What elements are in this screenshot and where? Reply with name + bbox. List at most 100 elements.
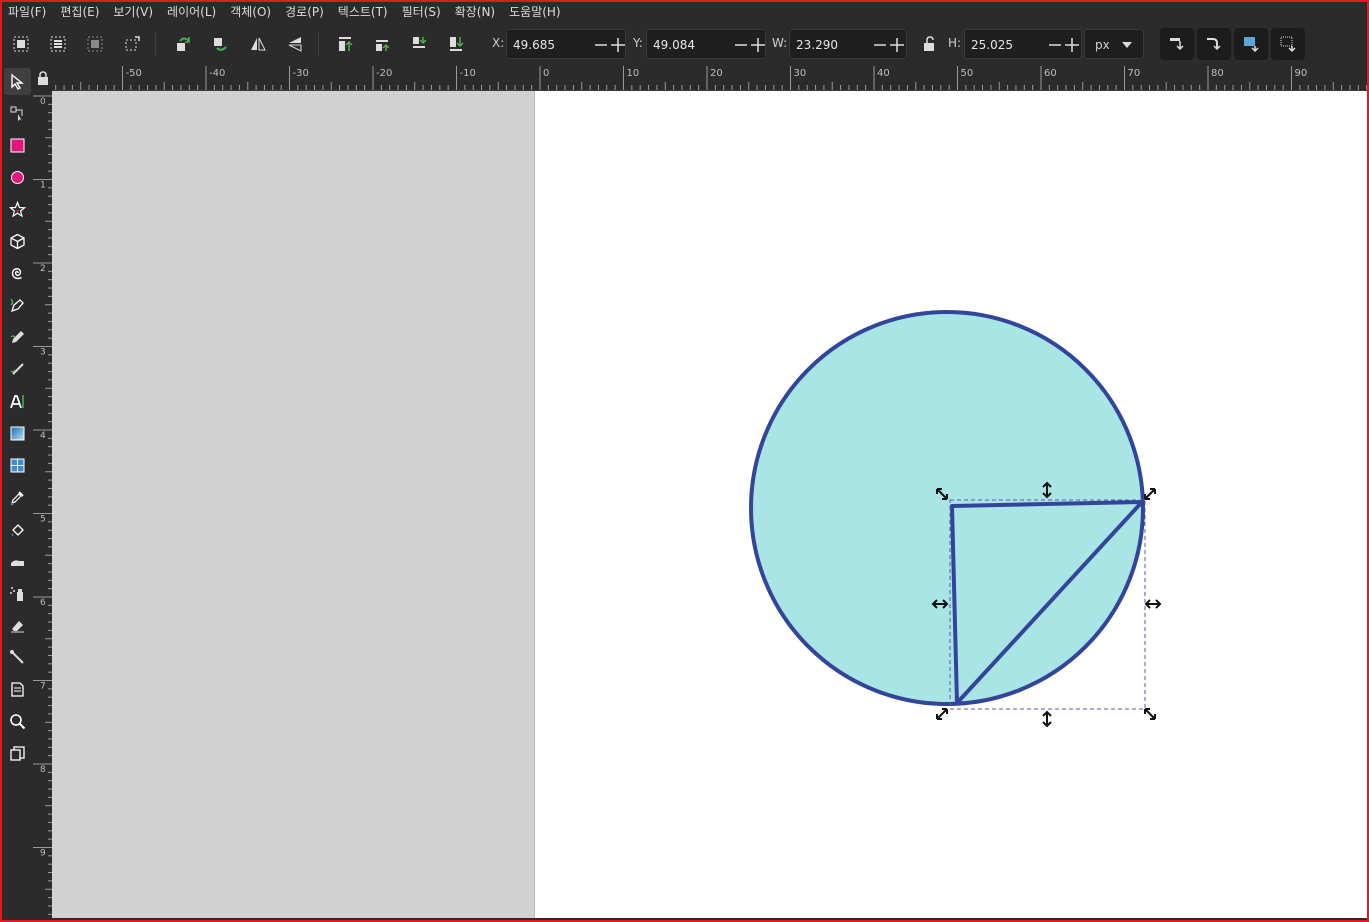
magnifier-icon [10, 714, 26, 730]
transform-patterns-button[interactable] [1271, 28, 1305, 60]
deselect-button[interactable] [81, 30, 109, 58]
ruler-label: 60 [1044, 68, 1057, 79]
menu-edit[interactable]: 편집(E) [54, 2, 107, 22]
cube-icon [10, 233, 25, 250]
menu-path[interactable]: 경로(P) [279, 2, 332, 22]
rotate-ccw-button[interactable] [169, 30, 197, 58]
lock-icon [37, 71, 48, 85]
lower-icon [413, 37, 427, 48]
flip-horizontal-button[interactable] [244, 30, 272, 58]
w-stepper-icon[interactable] [872, 37, 906, 53]
star-tool[interactable] [4, 196, 31, 223]
scale-stroke-button[interactable] [1160, 28, 1194, 60]
ruler-label: 8 [40, 765, 46, 775]
text-a-icon [10, 395, 24, 409]
selector-tool[interactable] [4, 68, 31, 95]
scale-handle-bottom-right[interactable] [1144, 708, 1156, 720]
transform-handles-button[interactable] [118, 30, 146, 58]
calligraphy-tool[interactable] [4, 356, 31, 383]
ruler-label: 2 [40, 264, 46, 274]
rotate-cw-button[interactable] [206, 30, 234, 58]
menu-filters[interactable]: 필터(S) [396, 2, 449, 22]
ruler-label: 5 [40, 515, 46, 525]
y-input[interactable] [653, 36, 723, 54]
eraser-tool[interactable] [4, 612, 31, 639]
menu-extensions[interactable]: 확장(N) [449, 2, 503, 22]
unit-select[interactable]: px [1084, 29, 1144, 59]
x-input[interactable] [513, 36, 583, 54]
x-label: X: [492, 36, 505, 50]
spray-tool[interactable] [4, 580, 31, 607]
ruler-label: 6 [40, 598, 46, 608]
ruler-label: 9 [40, 849, 46, 859]
tweak-hand-icon [11, 560, 24, 566]
toolbar-separator [318, 32, 319, 56]
y-stepper-icon[interactable] [733, 37, 767, 53]
select-all-button[interactable] [7, 30, 35, 58]
rectangle-tool[interactable] [4, 132, 31, 159]
flip-vertical-button[interactable] [281, 30, 309, 58]
select-all-layers-button[interactable] [44, 30, 72, 58]
spiral-tool[interactable] [4, 260, 31, 287]
x-field[interactable] [506, 29, 626, 59]
scale-handle-bottom-left[interactable] [936, 708, 948, 720]
h-input[interactable] [971, 36, 1041, 54]
paint-bucket-tool[interactable] [4, 516, 31, 543]
horizontal-ruler[interactable]: -50 -40 -30 -20 -10 0 10 20 30 40 50 60 70 80 90 [52, 66, 1367, 91]
lower-to-bottom-icon [450, 37, 464, 51]
scale-handle-top-right[interactable] [1144, 488, 1156, 500]
ruler-label: -50 [126, 68, 142, 79]
w-input[interactable] [796, 36, 866, 54]
tweak-tool[interactable] [4, 548, 31, 575]
lock-ratio-button[interactable] [915, 30, 943, 58]
node-tool[interactable] [4, 100, 31, 127]
lock-guides-button[interactable] [33, 66, 52, 90]
ellipse-tool[interactable] [4, 164, 31, 191]
zoom-tool[interactable] [4, 708, 31, 735]
raise-to-top-button[interactable] [331, 30, 359, 58]
ruler-label: 7 [40, 682, 46, 692]
menu-file[interactable]: 파일(F) [2, 2, 54, 22]
ruler-label: 0 [40, 97, 46, 107]
lower-to-bottom-button[interactable] [442, 30, 470, 58]
w-field[interactable] [789, 29, 907, 59]
ruler-label: 50 [961, 68, 974, 79]
drawing-layer [749, 310, 1162, 728]
x-stepper-icon[interactable] [593, 37, 627, 53]
menu-help[interactable]: 도움말(H) [503, 2, 569, 22]
circle-icon [11, 171, 24, 184]
dropper-tool[interactable] [4, 484, 31, 511]
pen-tool[interactable] [4, 292, 31, 319]
gradient-tool[interactable] [4, 420, 31, 447]
transform-gradients-button[interactable] [1234, 28, 1268, 60]
calligraphy-pen-icon [10, 363, 24, 375]
scale-corners-button[interactable] [1197, 28, 1231, 60]
h-stepper-icon[interactable] [1047, 37, 1081, 53]
mesh-tool[interactable] [4, 452, 31, 479]
lower-button[interactable] [405, 30, 433, 58]
pages-tool[interactable] [4, 740, 31, 767]
connector-tool[interactable] [4, 644, 31, 671]
3d-box-tool[interactable] [4, 228, 31, 255]
horizontal-ruler-scale: -50 -40 -30 -20 -10 0 10 20 30 40 50 60 70 80 90 [55, 66, 1367, 90]
pencil-tool[interactable] [4, 324, 31, 351]
text-tool[interactable] [4, 388, 31, 415]
page-tool[interactable] [4, 676, 31, 703]
vertical-ruler[interactable]: 0 1 2 3 4 5 6 7 8 9 [33, 90, 52, 918]
raise-button[interactable] [368, 30, 396, 58]
menu-text[interactable]: 텍스트(T) [332, 2, 396, 22]
tool-controls-bar: X: Y: W: H: px [2, 22, 1367, 66]
scale-handle-bottom[interactable] [1042, 710, 1052, 728]
menu-view[interactable]: 보기(V) [107, 2, 161, 22]
ruler-label: 80 [1211, 68, 1224, 79]
y-field[interactable] [646, 29, 766, 59]
canvas-area[interactable] [52, 91, 1367, 918]
ruler-label: 70 [1128, 68, 1141, 79]
ruler-label: 20 [710, 68, 723, 79]
toolbar-separator [155, 32, 156, 56]
menu-object[interactable]: 객체(O) [224, 2, 279, 22]
toolbox [2, 66, 33, 918]
h-field[interactable] [964, 29, 1082, 59]
scale-handle-right[interactable] [1144, 599, 1162, 609]
menu-layer[interactable]: 레이어(L) [161, 2, 224, 22]
